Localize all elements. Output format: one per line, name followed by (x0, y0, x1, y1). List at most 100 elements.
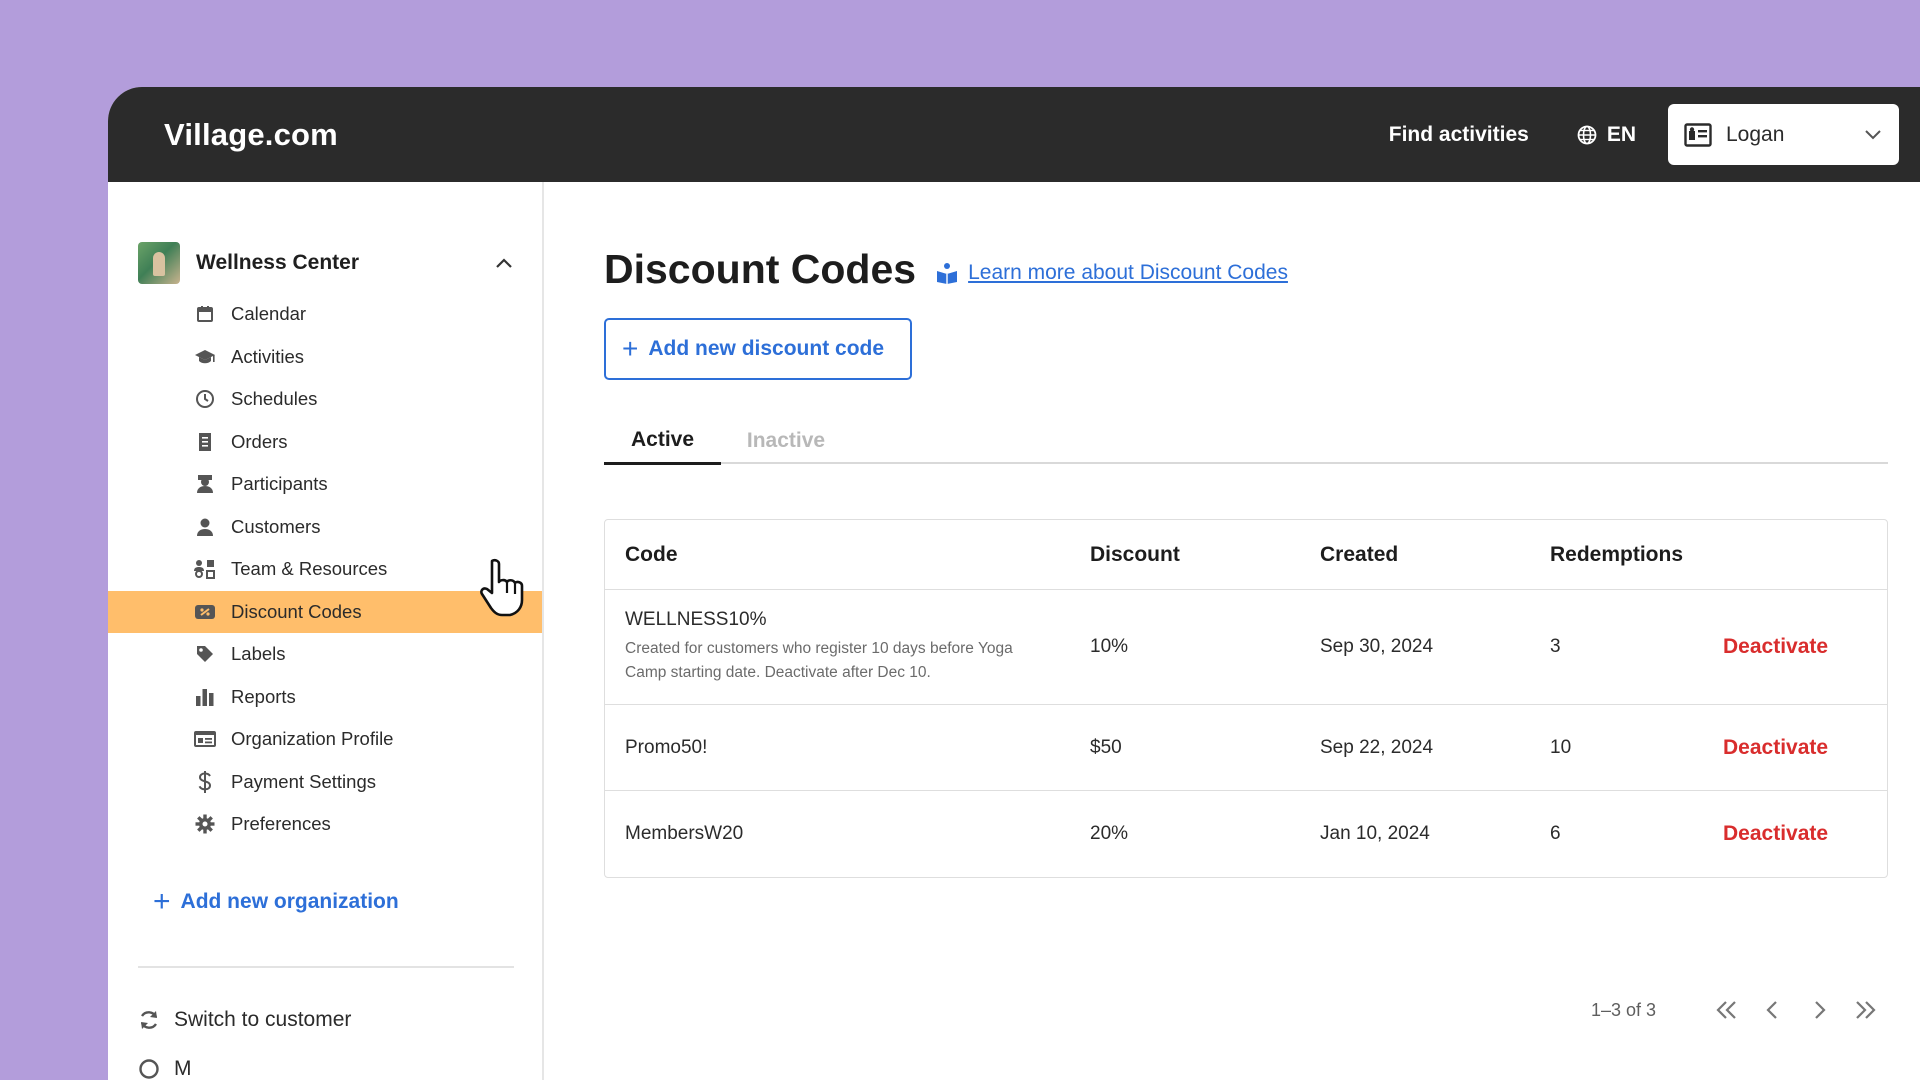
bar-chart-icon (194, 686, 216, 708)
sidebar-more-item[interactable]: M (138, 1057, 192, 1080)
add-organization-button[interactable]: + Add new organization (153, 887, 399, 917)
book-reader-icon (937, 262, 958, 284)
refresh-icon (140, 1011, 158, 1029)
language-selector[interactable]: EN (1577, 123, 1636, 147)
discount-value: 10% (1090, 636, 1129, 657)
discount-tag-icon (194, 601, 216, 623)
sidebar-item-participants[interactable]: Participants (108, 463, 542, 506)
plus-icon: + (622, 333, 639, 364)
pagination-summary: 1–3 of 3 (1590, 999, 1656, 1020)
deactivate-button[interactable]: Deactivate (1723, 635, 1828, 659)
sidebar-item-reports[interactable]: Reports (108, 676, 542, 719)
team-icon (194, 558, 216, 580)
sidebar-item-label: Payment Settings (231, 770, 376, 792)
sidebar-item-payment-settings[interactable]: Payment Settings (108, 761, 542, 804)
code-value: MembersW20 (625, 823, 744, 844)
column-header-discount[interactable]: Discount (1090, 543, 1180, 567)
clock-icon (194, 388, 216, 410)
brand-logo[interactable]: Village.com (164, 117, 338, 153)
code-value: WELLNESS10% (625, 609, 767, 630)
sidebar-item-team-resources[interactable]: Team & Resources (108, 548, 542, 591)
label-icon (194, 643, 216, 665)
column-header-created[interactable]: Created (1320, 543, 1398, 567)
user-menu-button[interactable]: Logan (1668, 104, 1899, 165)
next-page-button[interactable] (1796, 999, 1842, 1021)
sidebar-item-activities[interactable]: Activities (108, 336, 542, 379)
code-description: Created for customers who register 10 da… (625, 640, 1013, 681)
sidebar-item-label: Team & Resources (231, 558, 388, 580)
created-date: Sep 22, 2024 (1320, 736, 1434, 758)
code-cell: WELLNESS10% Created for customers who re… (625, 609, 1045, 685)
pagination: 1–3 of 3 (1591, 999, 1888, 1021)
hand-pointer-icon (480, 558, 524, 617)
user-name: Logan (1726, 122, 1785, 146)
add-discount-code-button[interactable]: + Add new discount code (604, 318, 912, 380)
sidebar-more-label: M (174, 1057, 192, 1080)
sidebar-item-preferences[interactable]: Preferences (108, 803, 542, 846)
sidebar-item-customers[interactable]: Customers (108, 506, 542, 549)
sidebar-item-label: Orders (231, 430, 288, 452)
tab-active[interactable]: Active (604, 418, 721, 465)
chevron-left-icon (1766, 1001, 1777, 1019)
sidebar: Wellness Center Calendar Activities Sche… (108, 182, 544, 1080)
table-row: WELLNESS10% Created for customers who re… (605, 590, 1887, 705)
sidebar-item-label: Discount Codes (231, 600, 362, 622)
main-content: Discount Codes Learn more about Discount… (604, 182, 1892, 1080)
sidebar-divider (138, 966, 514, 968)
person-icon (194, 516, 216, 538)
id-card-icon (194, 728, 216, 750)
sidebar-item-label: Participants (231, 473, 328, 495)
chevrons-left-icon (1716, 1001, 1736, 1019)
discount-value: $50 (1090, 736, 1122, 758)
org-avatar (138, 242, 180, 284)
globe-icon (1577, 125, 1597, 144)
chevron-down-icon (1865, 130, 1881, 140)
column-header-code[interactable]: Code (625, 543, 678, 567)
status-tabs: Active Inactive (604, 418, 1888, 465)
calendar-icon (194, 303, 216, 325)
sidebar-item-orders[interactable]: Orders (108, 421, 542, 464)
redemptions-count: 10 (1550, 736, 1572, 758)
participant-icon (194, 473, 216, 495)
switch-to-customer-label: Switch to customer (174, 1008, 352, 1031)
created-date: Sep 30, 2024 (1320, 636, 1434, 657)
add-discount-code-label: Add new discount code (648, 337, 885, 360)
column-header-redemptions[interactable]: Redemptions (1550, 543, 1683, 567)
sidebar-item-calendar[interactable]: Calendar (108, 293, 542, 336)
learn-more-label: Learn more about Discount Codes (968, 260, 1288, 284)
sidebar-item-label: Customers (231, 515, 321, 537)
sidebar-nav: Calendar Activities Schedules Orders Par… (108, 293, 542, 846)
chevron-up-icon[interactable] (494, 254, 514, 274)
sidebar-item-discount-codes[interactable]: Discount Codes (108, 590, 542, 633)
circle-icon (139, 1059, 159, 1079)
graduation-cap-icon (194, 346, 216, 368)
table-header-row: Code Discount Created Redemptions (605, 520, 1887, 590)
language-code: EN (1606, 122, 1636, 146)
previous-page-button[interactable] (1750, 999, 1796, 1021)
last-page-button[interactable] (1842, 999, 1888, 1021)
sidebar-item-label: Reports (231, 685, 296, 707)
find-activities-link[interactable]: Find activities (1389, 123, 1529, 147)
add-organization-label: Add new organization (180, 890, 399, 913)
sidebar-item-organization-profile[interactable]: Organization Profile (108, 718, 542, 761)
sidebar-item-labels[interactable]: Labels (108, 633, 542, 676)
dollar-icon (194, 770, 216, 793)
top-bar: Village.com Find activities EN Logan (108, 87, 1920, 182)
org-switcher[interactable]: Wellness Center (138, 242, 514, 284)
plus-icon: + (153, 885, 171, 918)
deactivate-button[interactable]: Deactivate (1723, 736, 1828, 760)
tab-inactive[interactable]: Inactive (721, 418, 851, 464)
chevron-right-icon (1815, 1001, 1826, 1019)
created-date: Jan 10, 2024 (1320, 823, 1430, 844)
deactivate-button[interactable]: Deactivate (1723, 822, 1828, 846)
sidebar-item-schedules[interactable]: Schedules (108, 378, 542, 421)
code-value: Promo50! (625, 736, 708, 758)
chevrons-right-icon (1856, 1001, 1876, 1019)
learn-more-link[interactable]: Learn more about Discount Codes (936, 261, 1288, 285)
sidebar-item-label: Schedules (231, 388, 318, 410)
sidebar-item-label: Labels (231, 643, 286, 665)
app-window: Village.com Find activities EN Logan Wel… (108, 87, 1920, 1080)
switch-to-customer-button[interactable]: Switch to customer (138, 1008, 351, 1032)
table-row: Promo50! $50 Sep 22, 2024 10 Deactivate (605, 705, 1887, 791)
first-page-button[interactable] (1704, 999, 1750, 1021)
